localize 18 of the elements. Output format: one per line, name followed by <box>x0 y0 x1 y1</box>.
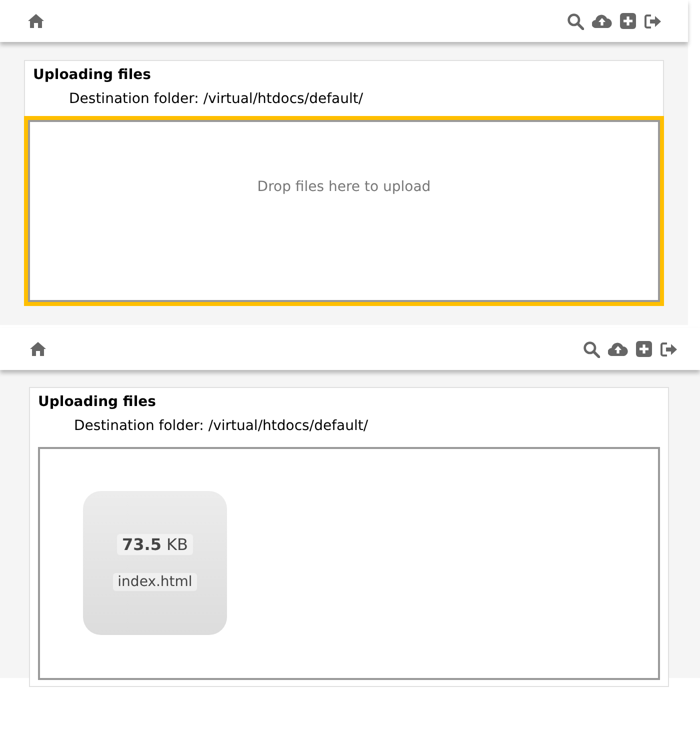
card-title: Uploading files <box>37 393 157 412</box>
sign-out-icon[interactable] <box>660 342 678 356</box>
destination-folder: Destination folder: /virtual/htdocs/default/ <box>73 417 370 436</box>
cloud-upload-icon[interactable] <box>608 342 628 356</box>
drop-message: Drop files here to upload <box>257 179 431 195</box>
destination-folder: Destination folder: /virtual/htdocs/default/ <box>68 90 364 109</box>
card-title: Uploading files <box>32 66 152 85</box>
plus-square-icon[interactable] <box>636 341 652 357</box>
search-icon[interactable] <box>583 340 600 358</box>
home-icon[interactable] <box>30 342 46 356</box>
file-name: index.html <box>112 573 198 591</box>
file-size: 73.5 KB <box>116 534 194 555</box>
search-icon[interactable] <box>567 12 584 30</box>
home-icon[interactable] <box>28 14 44 28</box>
plus-square-icon[interactable] <box>620 13 636 29</box>
sign-out-icon[interactable] <box>644 14 662 28</box>
cloud-upload-icon[interactable] <box>592 14 612 28</box>
drop-zone[interactable]: Drop files here to upload <box>24 116 664 306</box>
